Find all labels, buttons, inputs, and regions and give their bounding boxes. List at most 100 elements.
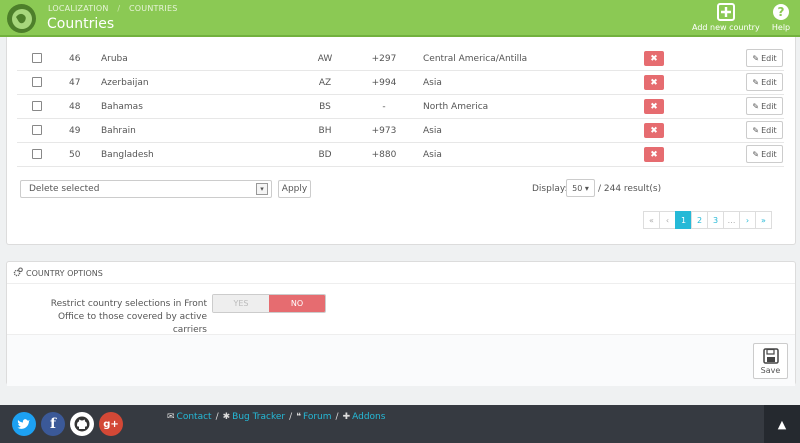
cell-zone: Asia [423,150,442,160]
edit-button[interactable]: ✎ Edit [746,145,783,163]
row-checkbox[interactable] [32,125,42,135]
pencil-icon: ✎ [752,77,760,87]
restrict-countries-label: Restrict country selections in Front Off… [50,299,207,335]
footer-separator: / [215,412,219,422]
cell-iso-code: BH [318,126,332,136]
twitter-icon[interactable] [12,412,36,436]
pagination-page-3[interactable]: 3 [707,211,724,229]
switch-yes-option[interactable]: YES [213,295,269,312]
pagination-page-2[interactable]: 2 [691,211,708,229]
pencil-icon: ✎ [752,53,760,63]
google-plus-icon[interactable]: g+ [99,412,123,436]
edit-button[interactable]: ✎ Edit [746,73,783,91]
delete-button[interactable]: ✖ [644,51,664,66]
save-label: Save [760,365,781,375]
pencil-icon: ✎ [752,125,760,135]
breadcrumb-item-localization[interactable]: LOCALIZATION [48,4,109,13]
add-new-country-button[interactable]: Add new country [692,2,760,32]
cell-id: 48 [69,102,81,112]
github-icon[interactable] [70,412,94,436]
footer-separator: / [289,412,293,422]
edit-label: Edit [761,101,777,111]
bug-icon: ✱ [222,412,231,422]
bulk-action-value: Delete selected [29,184,100,194]
cell-zone: Asia [423,126,442,136]
table-row[interactable]: 47 Azerbaijan AZ +994 Asia ✖ ✎ Edit [17,71,784,95]
footer-separator: / [335,412,339,422]
help-button[interactable]: ? Help [771,2,791,32]
divider [7,283,795,284]
pagination-last[interactable]: » [755,211,772,229]
delete-button[interactable]: ✖ [644,99,664,114]
restrict-countries-switch[interactable]: YES NO [212,294,326,313]
row-checkbox[interactable] [32,149,42,159]
footer-link-forum[interactable]: Forum [303,412,332,422]
cell-country-name: Bahamas [101,102,143,112]
cell-zone: North America [423,102,489,112]
delete-button[interactable]: ✖ [644,75,664,90]
apply-button[interactable]: Apply [278,180,311,198]
pagination-next[interactable]: › [739,211,756,229]
floppy-disk-icon [762,347,779,366]
breadcrumb-item-countries[interactable]: COUNTRIES [129,4,177,13]
help-label: Help [771,23,791,32]
chevron-down-icon: ▾ [256,183,268,195]
times-icon: ✖ [650,101,658,112]
switch-no-option[interactable]: NO [269,295,325,312]
table-row[interactable]: 49 Bahrain BH +973 Asia ✖ ✎ Edit [17,119,784,143]
edit-button[interactable]: ✎ Edit [746,97,783,115]
cell-country-name: Bahrain [101,126,136,136]
cell-call-prefix: +880 [371,150,397,160]
pagination-page-1[interactable]: 1 [675,211,692,229]
panel-heading: COUNTRY OPTIONS [13,267,103,279]
footer-link-addons[interactable]: Addons [352,412,385,422]
scroll-to-top-button[interactable]: ▲ [764,405,800,443]
cell-iso-code: AZ [318,78,332,88]
page-footer: f g+ ✉ Contact / ✱ Bug Tracker / ❝ Forum… [0,405,800,443]
add-new-country-label: Add new country [692,23,760,32]
puzzle-icon: ✚ [342,412,351,422]
cell-iso-code: AW [317,54,333,64]
cell-id: 50 [69,150,81,160]
cell-id: 47 [69,78,81,88]
cell-id: 46 [69,54,81,64]
edit-button[interactable]: ✎ Edit [746,49,783,67]
cell-call-prefix: +994 [371,78,397,88]
bulk-action-select[interactable]: Delete selected ▾ [20,180,272,198]
footer-link-contact[interactable]: Contact [177,412,212,422]
row-checkbox[interactable] [32,53,42,63]
row-checkbox[interactable] [32,77,42,87]
table-row[interactable]: 50 Bangladesh BD +880 Asia ✖ ✎ Edit [17,143,784,167]
cell-country-name: Aruba [101,54,128,64]
cell-zone: Asia [423,78,442,88]
cell-zone: Central America/Antilla [423,54,528,64]
save-button[interactable]: Save [753,343,788,379]
row-checkbox[interactable] [32,101,42,111]
cell-iso-code: BD [318,150,332,160]
cell-call-prefix: - [382,102,386,112]
footer-link-bug-tracker[interactable]: Bug Tracker [232,412,285,422]
cell-country-name: Azerbaijan [101,78,149,88]
table-row[interactable]: 46 Aruba AW +297 Central America/Antilla ✖ ✎ Ed… [17,47,784,71]
country-options-panel: COUNTRY OPTIONS Restrict country selecti… [6,261,796,386]
question-icon: ? [771,2,791,22]
times-icon: ✖ [650,53,658,64]
per-page-select[interactable]: 50 ▾ [566,179,595,197]
cell-iso-code: BS [319,102,331,112]
edit-label: Edit [761,77,777,87]
delete-button[interactable]: ✖ [644,147,664,162]
pencil-icon: ✎ [752,101,760,111]
delete-button[interactable]: ✖ [644,123,664,138]
table-row[interactable]: 48 Bahamas BS - North America ✖ ✎ Edit [17,95,784,119]
times-icon: ✖ [650,77,658,88]
plus-icon [716,2,736,22]
edit-button[interactable]: ✎ Edit [746,121,783,139]
display-label: Display: [532,184,568,194]
pagination-first[interactable]: « [643,211,660,229]
pagination-prev[interactable]: ‹ [659,211,676,229]
cell-country-name: Bangladesh [101,150,154,160]
prestashop-logo-icon[interactable] [7,4,36,33]
cell-call-prefix: +973 [371,126,397,136]
facebook-icon[interactable]: f [41,412,65,436]
pagination: « ‹ 1 2 3 … › » [643,211,772,229]
